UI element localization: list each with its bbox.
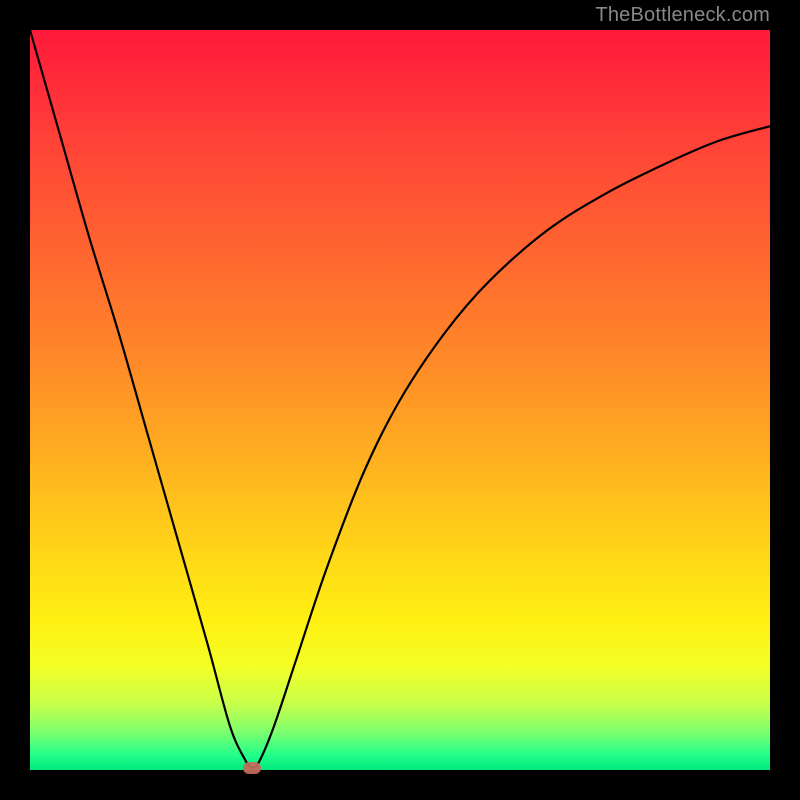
bottleneck-curve [30,30,770,770]
minimum-marker [243,762,261,774]
chart-frame: TheBottleneck.com [0,0,800,800]
watermark-text: TheBottleneck.com [595,4,770,27]
plot-area [30,30,770,770]
